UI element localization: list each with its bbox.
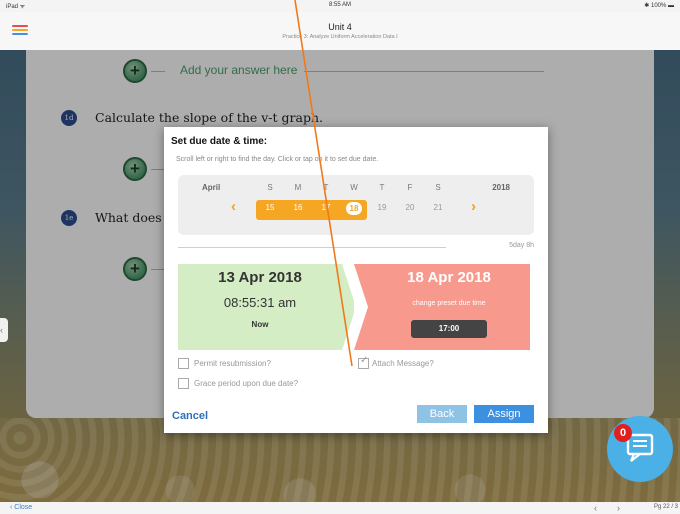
app-header: Unit 4 Practice 3: Analyze Uniform Accel… (0, 12, 680, 51)
divider (178, 247, 446, 248)
date-picker[interactable]: April S M T W T F S 2018 ‹ 15 16 17 18 1… (178, 175, 534, 235)
calendar-day[interactable]: 20 (400, 203, 420, 212)
cancel-button[interactable]: Cancel (172, 410, 208, 422)
calendar-day[interactable]: 19 (372, 203, 392, 212)
page-title: Unit 4 (328, 22, 352, 32)
calendar-day-selected[interactable]: 18 (346, 202, 362, 215)
dialog-title: Set due date & time: (171, 136, 268, 147)
chevron-right-icon[interactable]: › (471, 198, 476, 215)
weekday-label: T (379, 183, 385, 192)
battery-indicator: ✱ 100% ▬ (644, 3, 674, 9)
previous-page-icon[interactable]: ‹ (594, 503, 597, 513)
resubmission-checkbox[interactable] (178, 358, 189, 369)
weekday-label: F (407, 183, 413, 192)
assign-button[interactable]: Assign (474, 405, 534, 423)
calendar-day[interactable]: 16 (288, 203, 308, 212)
start-time: 08:55:31 am (223, 295, 297, 310)
status-bar: iPad ᯤ 8:55 AM ✱ 100% ▬ (0, 0, 680, 12)
due-date-dialog: Set due date & time: Scroll left or righ… (164, 127, 548, 433)
weekday-label: S (435, 183, 441, 192)
duration-label: 5day 8h (509, 242, 534, 249)
calendar-month: April (202, 183, 221, 192)
close-label: Close (14, 504, 33, 511)
notification-badge: 0 (614, 424, 632, 442)
close-button[interactable]: ‹ Close (10, 504, 32, 511)
chevron-left-icon[interactable]: ‹ (231, 198, 236, 215)
weekday-label: W (350, 183, 358, 192)
attach-message-checkbox[interactable]: ✓ (358, 355, 369, 369)
calendar-day[interactable]: 15 (260, 203, 280, 212)
start-label: Now (251, 320, 269, 329)
calendar-day[interactable]: 17 (316, 203, 336, 212)
due-date: 18 Apr 2018 (407, 269, 491, 286)
back-button[interactable]: Back (417, 405, 467, 423)
attach-message-label[interactable]: Attach Message? (372, 359, 434, 368)
due-time-button[interactable]: 17:00 (411, 320, 487, 338)
grace-period-checkbox[interactable] (178, 378, 189, 389)
check-icon: ✓ (360, 355, 369, 366)
change-preset-link[interactable]: change preset due time (368, 300, 530, 307)
dialog-hint: Scroll left or right to find the day. Cl… (176, 156, 379, 163)
page-indicator: Pg 22 / 3 (654, 504, 679, 510)
start-date: 13 Apr 2018 (218, 269, 302, 286)
bottom-bar: ‹ Close ‹ › Pg 22 / 3 (0, 502, 680, 514)
grace-period-label[interactable]: Grace period upon due date? (194, 379, 298, 388)
weekday-label: T (323, 183, 329, 192)
weekday-label: S (267, 183, 273, 192)
weekday-label: M (294, 183, 302, 192)
calendar-day[interactable]: 21 (428, 203, 448, 212)
clock: 8:55 AM (328, 2, 351, 8)
next-page-icon[interactable]: › (617, 503, 620, 513)
resubmission-label[interactable]: Permit resubmission? (194, 359, 271, 368)
side-panel-toggle[interactable]: ‹ (0, 318, 8, 342)
page-subtitle: Practice 3: Analyze Uniform Acceleration… (282, 34, 398, 40)
calendar-year: 2018 (492, 183, 510, 192)
arrow-shape (354, 264, 368, 350)
